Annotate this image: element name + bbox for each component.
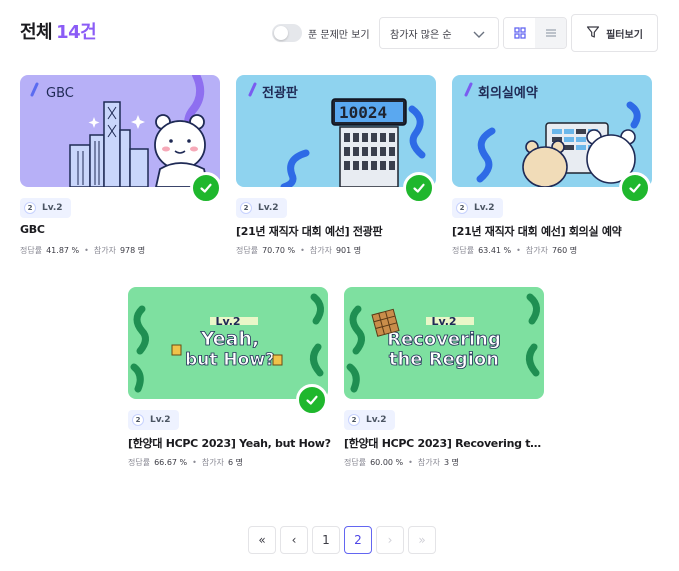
rate-value: 66.67 % (154, 458, 188, 467)
toggle-switch[interactable] (272, 24, 302, 42)
participants-value: 978 명 (119, 246, 146, 255)
level-badge: 2 Lv.2 (236, 198, 287, 218)
problem-stats: 정답률 70.70 % • 참가자 901 명 (236, 245, 361, 256)
level-icon: 2 (132, 414, 144, 426)
level-icon: 2 (456, 202, 468, 214)
thumbnail-line1: Yeah, (200, 328, 259, 350)
participants-value: 760 명 (551, 246, 578, 255)
problem-stats: 정답률 63.41 % • 참가자 760 명 (452, 245, 577, 256)
filter-icon (586, 25, 600, 42)
first-page-button[interactable]: « (248, 526, 276, 554)
rate-value: 63.41 % (478, 246, 512, 255)
level-label: Lv.2 (366, 415, 387, 425)
level-icon: 2 (240, 202, 252, 214)
rate-label: 정답률 (236, 246, 259, 255)
level-icon: 2 (348, 414, 360, 426)
prev-page-button[interactable]: ‹ (280, 526, 308, 554)
rate-label: 정답률 (452, 246, 475, 255)
rate-label: 정답률 (20, 246, 43, 255)
problem-title[interactable]: [한양대 HCPC 2023] Yeah, but How? (128, 435, 338, 451)
level-label: Lv.2 (150, 415, 171, 425)
list-header: 전체 14건 푼 문제만 보기 참가자 많은 순 필터보기 (0, 0, 679, 62)
problem-thumbnail[interactable]: 10024 전광판 (236, 75, 436, 187)
filter-button[interactable]: 필터보기 (571, 14, 658, 52)
participants-label: 참가자 (417, 458, 440, 467)
grid-icon (513, 24, 526, 43)
separator-dot: • (516, 246, 521, 255)
participants-value: 3 명 (443, 458, 459, 467)
thumbnail-title: 회의실예약 (478, 85, 538, 101)
filter-label: 필터보기 (606, 29, 643, 41)
thumbnail-title: GBC (46, 86, 74, 101)
level-icon: 2 (24, 202, 36, 214)
page-title: 전체 14건 (20, 18, 97, 44)
grid-view-button[interactable] (504, 18, 535, 48)
problem-stats: 정답률 66.67 % • 참가자 6 명 (128, 457, 243, 468)
rate-value: 60.00 % (370, 458, 404, 467)
title-label: 전체 (20, 22, 53, 43)
list-icon (545, 24, 557, 43)
participants-label: 참가자 (93, 246, 116, 255)
participants-value: 901 명 (335, 246, 362, 255)
last-page-button[interactable]: » (408, 526, 436, 554)
toggle-label: 푼 문제만 보기 (308, 29, 370, 41)
level-label: Lv.2 (258, 203, 279, 213)
problem-title[interactable]: [21년 재직자 대회 예선] 전광판 (236, 223, 446, 239)
solved-check-icon (190, 172, 222, 204)
thumbnail-line1: Recovering (387, 329, 501, 350)
separator-dot: • (300, 246, 305, 255)
toggle-knob (274, 26, 288, 40)
list-view-button[interactable] (535, 18, 566, 48)
scoreboard-digits: 10024 (339, 103, 387, 122)
solved-only-toggle[interactable]: 푼 문제만 보기 (272, 24, 370, 42)
page-button-1[interactable]: 1 (312, 526, 340, 554)
rate-label: 정답률 (128, 458, 151, 467)
view-mode-toggle (503, 17, 567, 49)
problem-thumbnail[interactable]: Lv.2 Yeah, but How? (128, 287, 328, 399)
thumbnail-line2: but How? (185, 350, 275, 370)
problem-thumbnail[interactable]: GBC (20, 75, 220, 187)
separator-dot: • (408, 458, 413, 467)
participants-label: 참가자 (201, 458, 224, 467)
thumbnail-level: Lv.2 (215, 315, 240, 328)
problem-thumbnail[interactable]: Lv.2 Recovering the Region (344, 287, 544, 399)
rate-value: 70.70 % (262, 246, 296, 255)
participants-label: 참가자 (525, 246, 548, 255)
sort-selected-value: 참가자 많은 순 (390, 29, 452, 41)
problem-stats: 정답률 60.00 % • 참가자 3 명 (344, 457, 459, 468)
problem-count: 14건 (56, 22, 97, 43)
participants-value: 6 명 (227, 458, 243, 467)
chevron-down-icon (472, 27, 486, 44)
sort-select[interactable]: 참가자 많은 순 (379, 17, 499, 49)
thumbnail-level: Lv.2 (431, 315, 456, 328)
pagination: « ‹ 1 2 › » (248, 526, 436, 554)
problem-thumbnail[interactable]: 회의실예약 (452, 75, 652, 187)
level-badge: 2 Lv.2 (128, 410, 179, 430)
rate-value: 41.87 % (46, 246, 80, 255)
problem-title[interactable]: GBC (20, 223, 230, 236)
separator-dot: • (192, 458, 197, 467)
level-label: Lv.2 (42, 203, 63, 213)
problem-stats: 정답률 41.87 % • 참가자 978 명 (20, 245, 145, 256)
participants-label: 참가자 (309, 246, 332, 255)
next-page-button[interactable]: › (376, 526, 404, 554)
level-badge: 2 Lv.2 (452, 198, 503, 218)
problem-title[interactable]: [한양대 HCPC 2023] Recovering th... (344, 435, 544, 451)
problem-title[interactable]: [21년 재직자 대회 예선] 회의실 예약 (452, 223, 662, 239)
rate-label: 정답률 (344, 458, 367, 467)
solved-check-icon (403, 172, 435, 204)
solved-check-icon (296, 384, 328, 416)
thumbnail-title: 전광판 (262, 85, 298, 101)
separator-dot: • (84, 246, 89, 255)
solved-check-icon (619, 172, 651, 204)
level-badge: 2 Lv.2 (20, 198, 71, 218)
level-badge: 2 Lv.2 (344, 410, 395, 430)
thumbnail-line2: the Region (389, 349, 499, 370)
page-button-2[interactable]: 2 (344, 526, 372, 554)
level-label: Lv.2 (474, 203, 495, 213)
